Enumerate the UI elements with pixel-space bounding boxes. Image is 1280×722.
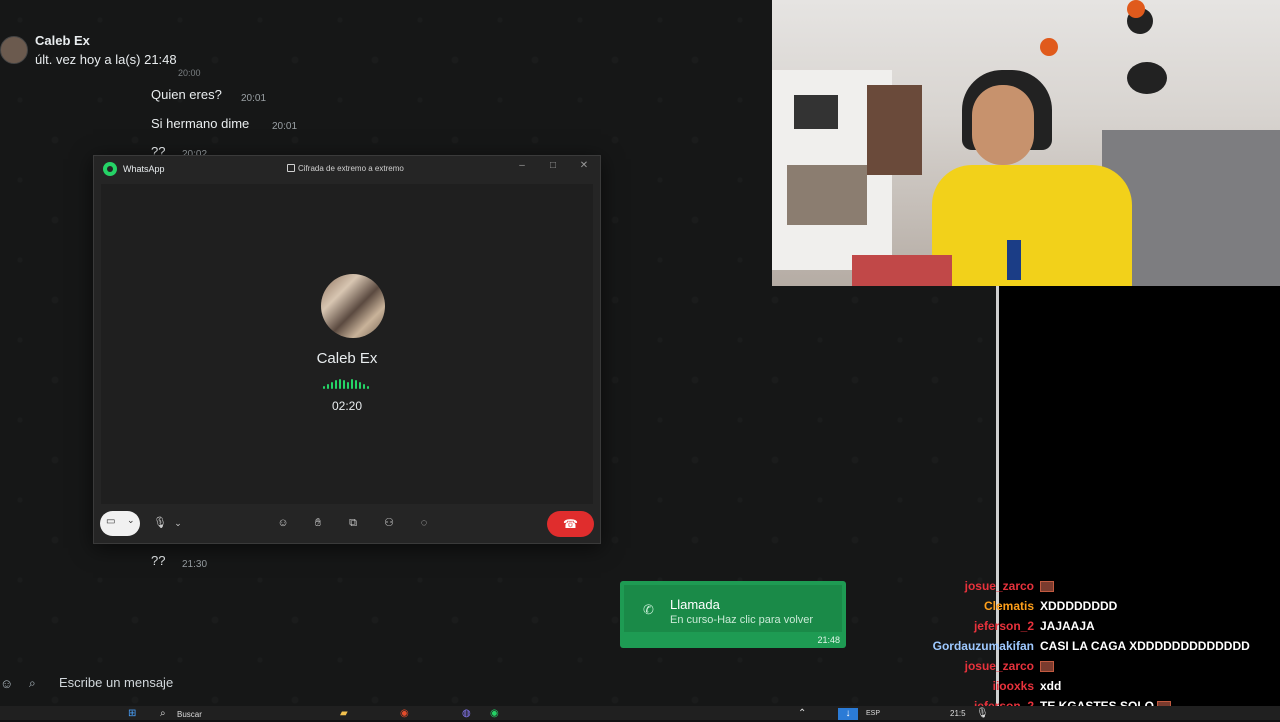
taskbar-clock[interactable]: 21:5 xyxy=(950,709,966,721)
contact-avatar[interactable] xyxy=(0,36,28,64)
call-window[interactable]: WhatsApp Cifrada de extremo a extremo – … xyxy=(93,155,601,544)
callee-name: Caleb Ex xyxy=(316,350,378,367)
message-text: Si hermano dime xyxy=(151,116,250,131)
call-stage: Caleb Ex 02:20 xyxy=(101,184,593,504)
video-off-icon: ▭ xyxy=(106,516,116,527)
wave-bar xyxy=(367,386,369,389)
video-toggle-button[interactable]: ▭ ⌄ xyxy=(100,511,140,536)
microphone-icon[interactable]: 🎙︎ xyxy=(152,516,168,530)
emoji-icon[interactable]: ☺ xyxy=(0,676,13,691)
chat-username: josue_zarco xyxy=(964,579,1034,593)
emote-icon xyxy=(1040,661,1054,673)
contact-last-seen: últ. vez hoy a la(s) 21:48 xyxy=(35,52,177,67)
webcam-jersey-number xyxy=(1007,240,1021,280)
wave-bar xyxy=(339,379,341,389)
call-window-titlebar[interactable]: WhatsApp Cifrada de extremo a extremo – … xyxy=(94,156,600,184)
wave-bar xyxy=(331,382,333,389)
call-notification-body[interactable]: ✆ Llamada En curso-Haz clic para volver xyxy=(624,585,842,632)
taskbar-search[interactable]: Buscar xyxy=(177,710,202,722)
chat-username: Gordauzumakifan xyxy=(932,639,1034,653)
chat-message: XDDDDDDDD xyxy=(1040,599,1118,613)
webcam-balloon xyxy=(1127,0,1145,18)
chat-username: josue_zarco xyxy=(964,659,1034,673)
whatsapp-taskbar-icon[interactable]: ◉ xyxy=(490,708,499,720)
chat-username: Clematis xyxy=(983,599,1034,613)
webcam-tv xyxy=(794,95,838,129)
webcam-balloon xyxy=(1040,38,1058,56)
start-icon[interactable]: ⊞ xyxy=(128,708,136,720)
share-screen-icon[interactable]: ⧉ xyxy=(345,516,361,530)
message-text: Quien eres? xyxy=(151,87,222,102)
chat-username: jeferson_2 xyxy=(973,619,1034,633)
add-participant-icon[interactable]: ⚇ xyxy=(381,516,397,530)
lock-icon xyxy=(287,164,295,172)
wave-bar xyxy=(335,380,337,389)
minimize-icon[interactable]: – xyxy=(514,160,530,171)
call-window-app-name: WhatsApp xyxy=(123,164,165,174)
chat-username: iiooxks xyxy=(992,679,1034,693)
chat-message: CASI LA CAGA XDDDDDDDDDDDDD xyxy=(1040,639,1250,653)
wave-bar xyxy=(327,384,329,389)
chat-message: xdd xyxy=(1040,679,1062,693)
emoji-reaction-icon[interactable]: ☺ xyxy=(275,516,291,530)
hang-up-icon: ☎︎ xyxy=(563,517,578,531)
close-icon[interactable]: ✕ xyxy=(576,160,592,171)
callee-avatar xyxy=(321,274,385,338)
webcam-jersey xyxy=(932,165,1132,286)
wave-bar xyxy=(355,380,357,389)
wave-bar xyxy=(359,382,361,389)
chat-bubble-icon[interactable]: ◌ xyxy=(416,516,432,530)
wave-bar xyxy=(343,380,345,389)
wave-bar xyxy=(363,384,365,389)
chevron-up-icon[interactable]: ⌃ xyxy=(798,708,806,720)
notification-title: Llamada xyxy=(670,597,720,612)
chat-message xyxy=(1040,579,1054,593)
raise-hand-icon[interactable]: ✋︎ xyxy=(310,516,326,530)
chat-message xyxy=(1040,659,1054,673)
notification-subtitle: En curso-Haz clic para volver xyxy=(670,614,814,626)
wave-bar xyxy=(347,382,349,389)
chevron-down-icon[interactable]: ⌄ xyxy=(127,515,135,526)
message-time: 20:01 xyxy=(272,121,298,132)
notification-time: 21:48 xyxy=(817,635,840,645)
whatsapp-logo-icon xyxy=(103,162,117,176)
message-text: ?? xyxy=(151,553,166,568)
download-icon[interactable]: ↓ xyxy=(838,708,858,720)
attach-icon[interactable]: ⌕ xyxy=(29,676,36,691)
maximize-icon[interactable]: □ xyxy=(545,160,561,171)
browser-icon[interactable]: ◉ xyxy=(400,708,409,720)
message-time: 21:30 xyxy=(182,559,208,570)
call-notification[interactable]: ✆ Llamada En curso-Haz clic para volver … xyxy=(620,581,846,648)
audio-wave-icon xyxy=(323,379,371,389)
folder-icon[interactable]: ▰ xyxy=(340,708,348,720)
language-indicator[interactable]: ESP xyxy=(866,710,880,722)
call-timer: 02:20 xyxy=(331,399,363,413)
contact-name[interactable]: Caleb Ex xyxy=(35,33,90,48)
webcam-shelf xyxy=(867,85,922,175)
search-icon[interactable]: ⌕ xyxy=(160,708,166,720)
taskbar: ⊞ ⌕ Buscar ▰ ◉ ◍ ◉ ⌃ ↓ ESP 21:5 🎙︎ xyxy=(0,706,1280,720)
message-time: 20:01 xyxy=(241,93,267,104)
emote-icon xyxy=(1040,581,1054,593)
message-input[interactable]: Escribe un mensaje xyxy=(59,675,173,690)
chevron-down-icon[interactable]: ⌄ xyxy=(170,516,186,530)
webcam-desk xyxy=(852,255,952,286)
call-toolbar: ▭ ⌄ 🎙︎ ⌄ ☺ ✋︎ ⧉ ⚇ ◌ ☎︎ xyxy=(94,506,600,543)
webcam-shelves xyxy=(787,165,867,225)
microphone-icon: 🎙︎ xyxy=(976,708,989,719)
webcam-overlay xyxy=(772,0,1280,286)
phone-icon: ✆ xyxy=(643,602,654,617)
chat-message: JAJAAJA xyxy=(1040,619,1095,633)
wave-bar xyxy=(351,379,353,389)
end-call-button[interactable]: ☎︎ xyxy=(547,511,594,537)
message-time-cut: 20:00 xyxy=(178,68,201,78)
webcam-face xyxy=(972,85,1034,165)
wave-bar xyxy=(323,386,325,389)
webcam-play-pillow xyxy=(1127,62,1167,94)
discord-icon[interactable]: ◍ xyxy=(462,708,471,720)
encryption-label: Cifrada de extremo a extremo xyxy=(298,164,404,173)
